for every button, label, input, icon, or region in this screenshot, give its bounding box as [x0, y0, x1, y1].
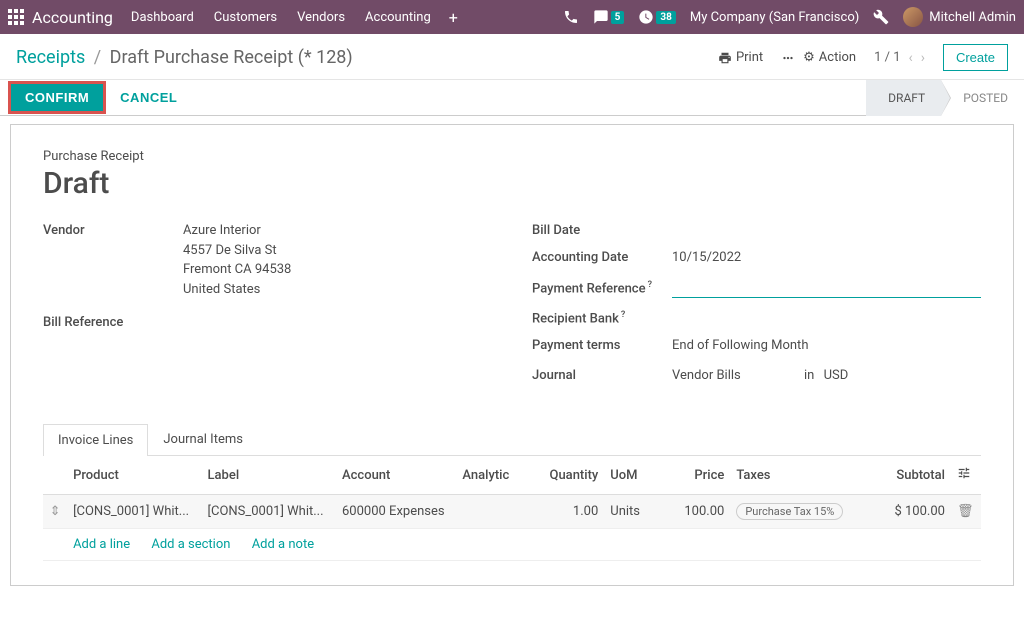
- payment-terms-label: Payment terms: [532, 336, 672, 353]
- bill-date-label: Bill Date: [532, 221, 672, 238]
- col-product[interactable]: Product: [67, 456, 201, 495]
- avatar: [903, 7, 923, 27]
- document-title: Draft: [43, 166, 981, 201]
- breadcrumb: Receipts / Draft Purchase Receipt (* 128…: [16, 47, 353, 68]
- payment-ref-input[interactable]: [672, 278, 981, 298]
- col-subtotal[interactable]: Subtotal: [867, 456, 951, 495]
- drag-handle-icon[interactable]: ⇕: [43, 495, 67, 529]
- activities-badge: 38: [656, 11, 675, 24]
- messages-badge: 5: [611, 11, 625, 24]
- cell-account[interactable]: 600000 Expenses: [336, 495, 456, 529]
- nav-accounting[interactable]: Accounting: [365, 10, 431, 25]
- col-quantity[interactable]: Quantity: [540, 456, 604, 495]
- cell-analytic[interactable]: [456, 495, 540, 529]
- vendor-value[interactable]: Azure Interior 4557 De Silva St Fremont …: [183, 221, 492, 299]
- cell-product[interactable]: [CONS_0001] Whit...: [67, 495, 201, 529]
- payment-terms-value[interactable]: End of Following Month: [672, 336, 981, 356]
- cancel-button[interactable]: CANCEL: [120, 90, 177, 105]
- action-button[interactable]: ⚙ Action: [781, 50, 856, 65]
- cell-taxes[interactable]: Purchase Tax 15%: [730, 495, 867, 529]
- journal-label: Journal: [532, 366, 672, 383]
- table-row[interactable]: ⇕ [CONS_0001] Whit... [CONS_0001] Whit..…: [43, 495, 981, 529]
- activities-icon[interactable]: 38: [638, 9, 675, 25]
- journal-value[interactable]: Vendor Bills in USD: [672, 366, 981, 386]
- add-section-link[interactable]: Add a section: [151, 537, 230, 552]
- tab-invoice-lines[interactable]: Invoice Lines: [43, 424, 148, 456]
- accounting-date-value[interactable]: 10/15/2022: [672, 248, 981, 268]
- col-taxes[interactable]: Taxes: [730, 456, 867, 495]
- pager-count[interactable]: 1 / 1: [874, 50, 900, 65]
- confirm-button[interactable]: CONFIRM: [11, 84, 103, 111]
- nav-dashboard[interactable]: Dashboard: [131, 10, 194, 25]
- debug-icon[interactable]: [873, 9, 889, 25]
- add-line-link[interactable]: Add a line: [73, 537, 130, 552]
- breadcrumb-current: Draft Purchase Receipt (* 128): [110, 47, 353, 68]
- cell-uom[interactable]: Units: [604, 495, 657, 529]
- status-draft[interactable]: DRAFT: [866, 80, 941, 116]
- nav-vendors[interactable]: Vendors: [297, 10, 345, 25]
- col-analytic[interactable]: Analytic: [456, 456, 540, 495]
- pager-prev[interactable]: ‹: [909, 50, 913, 66]
- payment-ref-label: Payment Reference?: [532, 278, 672, 296]
- create-button[interactable]: Create: [943, 44, 1008, 71]
- status-bar: DRAFT POSTED: [866, 80, 1024, 115]
- accounting-date-label: Accounting Date: [532, 248, 672, 265]
- options-icon[interactable]: [957, 466, 971, 480]
- nav-add-icon[interactable]: +: [449, 8, 458, 27]
- col-account[interactable]: Account: [336, 456, 456, 495]
- discuss-icon[interactable]: 5: [593, 9, 625, 25]
- add-note-link[interactable]: Add a note: [252, 537, 314, 552]
- status-posted[interactable]: POSTED: [941, 80, 1024, 116]
- phone-icon[interactable]: [563, 9, 579, 25]
- pager: 1 / 1 ‹ ›: [874, 50, 925, 66]
- cell-label[interactable]: [CONS_0001] Whit...: [202, 495, 336, 529]
- nav-customers[interactable]: Customers: [214, 10, 277, 25]
- col-uom[interactable]: UoM: [604, 456, 657, 495]
- user-name: Mitchell Admin: [929, 10, 1016, 25]
- col-price[interactable]: Price: [657, 456, 731, 495]
- col-label[interactable]: Label: [202, 456, 336, 495]
- recipient-bank-label: Recipient Bank?: [532, 308, 672, 326]
- tab-journal-items[interactable]: Journal Items: [148, 423, 258, 455]
- company-selector[interactable]: My Company (San Francisco): [690, 10, 859, 25]
- pager-next[interactable]: ›: [921, 50, 925, 66]
- document-type: Purchase Receipt: [43, 149, 981, 164]
- apps-icon[interactable]: [8, 9, 24, 25]
- vendor-label: Vendor: [43, 221, 183, 238]
- bill-ref-label: Bill Reference: [43, 313, 183, 330]
- user-menu[interactable]: Mitchell Admin: [903, 7, 1016, 27]
- trash-icon[interactable]: 🗑: [951, 495, 981, 529]
- app-name[interactable]: Accounting: [32, 8, 113, 27]
- print-button[interactable]: Print: [718, 50, 763, 65]
- cell-quantity[interactable]: 1.00: [540, 495, 604, 529]
- cell-price[interactable]: 100.00: [657, 495, 731, 529]
- cell-subtotal: $ 100.00: [867, 495, 951, 529]
- breadcrumb-root[interactable]: Receipts: [16, 47, 85, 68]
